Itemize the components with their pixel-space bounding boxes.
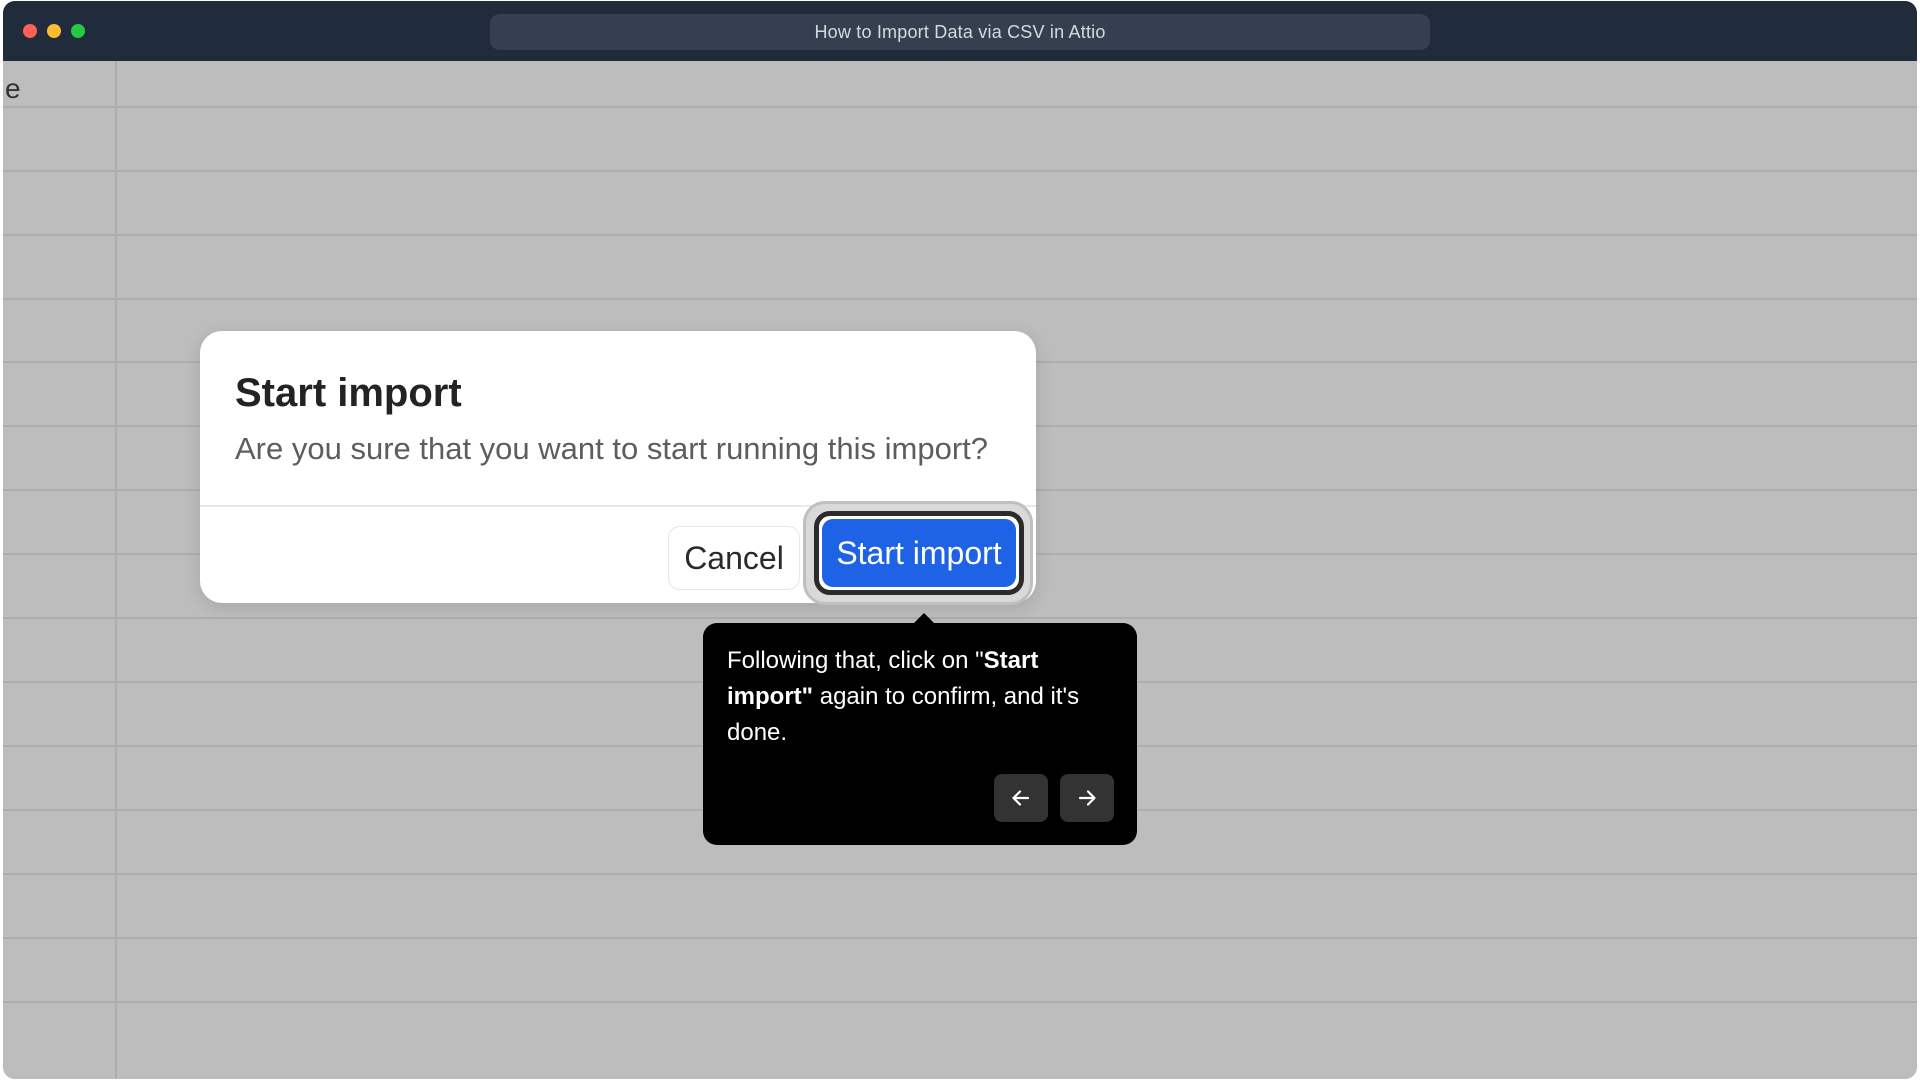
minimize-window-button[interactable] (47, 24, 61, 38)
grid-row-line (3, 873, 1917, 875)
close-window-button[interactable] (23, 24, 37, 38)
arrow-right-icon (1078, 790, 1096, 806)
title-bar: How to Import Data via CSV in Attio (3, 1, 1917, 61)
grid-row-line (3, 106, 1917, 108)
tooltip-text-before: Following that, click on " (727, 647, 984, 674)
arrow-left-icon (1012, 790, 1030, 806)
browser-window: How to Import Data via CSV in Attio e St… (3, 1, 1917, 1079)
grid-column-divider (115, 61, 117, 1079)
tour-tooltip: Following that, click on "Start import" … (703, 623, 1137, 845)
partial-page-text: e (5, 73, 21, 104)
grid-row-line (3, 170, 1917, 172)
grid-row-line (3, 937, 1917, 939)
dialog-title: Start import (235, 371, 462, 415)
start-import-button-label: Start import (822, 519, 1016, 587)
tour-previous-button[interactable] (994, 774, 1048, 822)
dialog-message: Are you sure that you want to start runn… (235, 431, 988, 466)
grid-row-line (3, 298, 1917, 300)
start-import-dialog: Start import Are you sure that you want … (200, 331, 1036, 605)
grid-row-line (3, 1001, 1917, 1003)
tooltip-text: Following that, click on "Start import" … (727, 643, 1117, 751)
grid-row-line (3, 617, 1917, 619)
maximize-window-button[interactable] (71, 24, 85, 38)
grid-row-line (3, 234, 1917, 236)
tour-next-button[interactable] (1060, 774, 1114, 822)
cancel-button[interactable]: Cancel (668, 526, 800, 590)
start-import-button[interactable]: Start import (814, 511, 1024, 595)
address-bar[interactable]: How to Import Data via CSV in Attio (490, 14, 1430, 50)
